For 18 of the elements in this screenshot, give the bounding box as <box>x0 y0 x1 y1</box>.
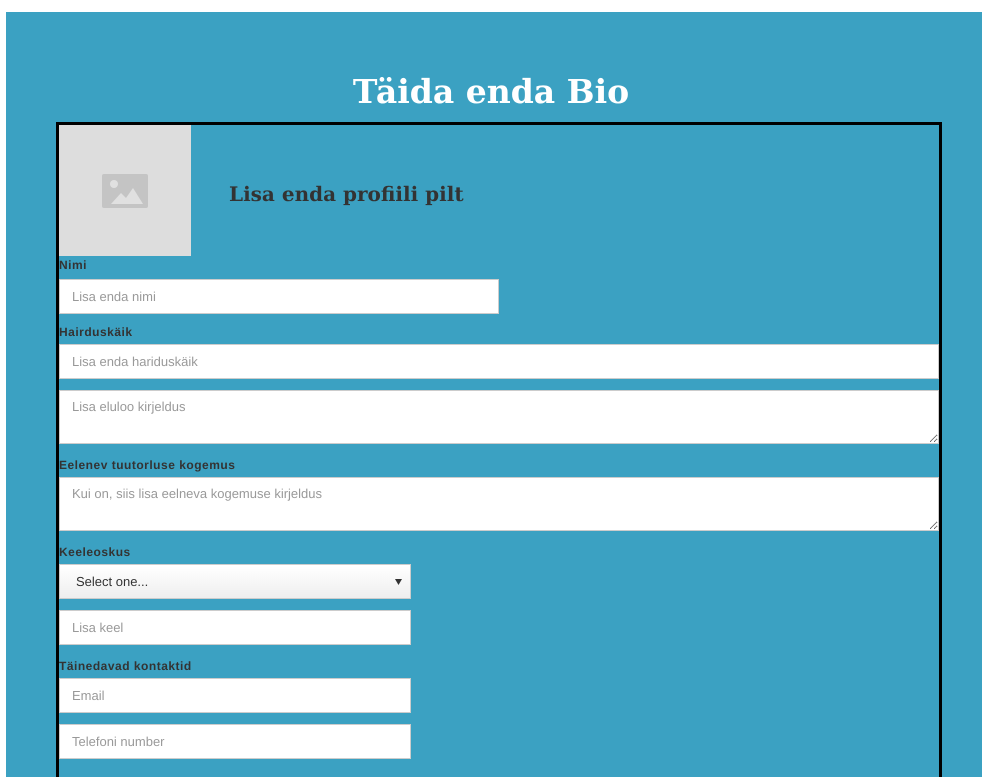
field-label: Hairduskäik <box>59 326 134 339</box>
language-select[interactable]: Select one... <box>59 564 411 599</box>
text-input[interactable]: Email <box>59 678 411 713</box>
text-input[interactable]: Lisa enda nimi <box>59 279 499 314</box>
profile-picture-placeholder[interactable] <box>59 125 191 256</box>
field-label: Täinedavad kontaktid <box>59 660 193 673</box>
text-input[interactable]: Lisa keel <box>59 610 411 645</box>
text-input[interactable]: Lisa enda hariduskäik <box>59 344 939 379</box>
text-area[interactable]: Kui on, siis lisa eelneva kogemuse kirjeldus <box>59 477 939 531</box>
field-label: Keeleoskus <box>59 546 132 559</box>
text-input[interactable]: Telefoni number <box>59 724 411 759</box>
field-label: Nimi <box>59 259 88 272</box>
image-icon <box>102 174 148 208</box>
profile-picture-heading: Lisa enda profiili pilt <box>229 180 464 208</box>
field-label: Eelenev tuutorluse kogemus <box>59 459 236 472</box>
dropdown-caret-icon <box>395 578 402 584</box>
text-area[interactable]: Lisa eluloo kirjeldus <box>59 390 939 444</box>
page-title: Täida enda Bio <box>352 71 630 113</box>
